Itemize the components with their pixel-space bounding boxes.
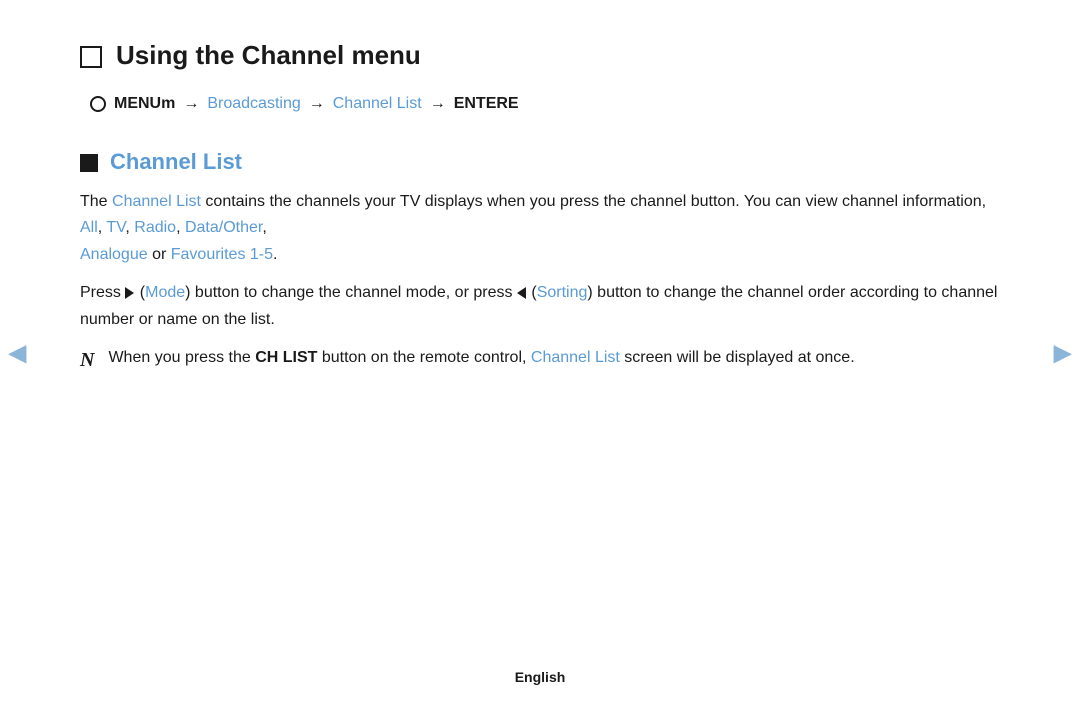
subsection-title: Channel List bbox=[110, 149, 242, 175]
data-other-link[interactable]: Data/Other bbox=[185, 219, 262, 236]
section-title: Using the Channel menu bbox=[80, 40, 1000, 71]
channel-list-link-note[interactable]: Channel List bbox=[531, 349, 620, 366]
channel-list-link-p1[interactable]: Channel List bbox=[112, 193, 201, 210]
subsection-title-row: Channel List bbox=[80, 149, 1000, 175]
p1-mid1: contains the channels your TV displays w… bbox=[201, 193, 986, 210]
sorting-link[interactable]: Sorting bbox=[537, 284, 588, 301]
tv-link[interactable]: TV bbox=[106, 219, 125, 236]
menu-item-label: MENUm bbox=[114, 95, 175, 113]
page-title: Using the Channel menu bbox=[116, 40, 421, 71]
channel-list-section: Channel List The Channel List contains t… bbox=[80, 149, 1000, 375]
note-suffix: screen will be displayed at once. bbox=[620, 349, 855, 366]
page-container: Using the Channel menu MENUm → Broadcast… bbox=[0, 0, 1080, 705]
footer-language: English bbox=[0, 669, 1080, 685]
nav-arrow-right[interactable]: ▶ bbox=[1054, 338, 1072, 367]
checkbox-icon bbox=[80, 46, 102, 68]
menu-path: MENUm → Broadcasting → Channel List → EN… bbox=[90, 95, 1000, 113]
note-row: N When you press the CH LIST button on t… bbox=[80, 345, 1000, 375]
broadcasting-link[interactable]: Broadcasting bbox=[207, 95, 300, 113]
circle-icon bbox=[90, 96, 106, 112]
nav-arrow-left[interactable]: ◀ bbox=[8, 338, 26, 367]
triangle-right-icon bbox=[125, 287, 134, 299]
paragraph2: Press (Mode) button to change the channe… bbox=[80, 280, 1000, 333]
note-n-label: N bbox=[80, 345, 94, 375]
p1-prefix: The bbox=[80, 193, 112, 210]
p1-mid2: or bbox=[148, 246, 171, 263]
all-link[interactable]: All bbox=[80, 219, 98, 236]
paragraph1: The Channel List contains the channels y… bbox=[80, 189, 1000, 268]
favourites-link[interactable]: Favourites 1-5 bbox=[171, 246, 273, 263]
triangle-left-icon bbox=[517, 287, 526, 299]
p1-sep2: , bbox=[125, 219, 134, 236]
entere-label: ENTERE bbox=[454, 95, 519, 113]
black-square-icon bbox=[80, 154, 98, 172]
arrow1: → bbox=[183, 95, 199, 113]
mode-link[interactable]: Mode bbox=[145, 284, 185, 301]
radio-link[interactable]: Radio bbox=[134, 219, 176, 236]
arrow3: → bbox=[430, 95, 446, 113]
ch-list-bold: CH LIST bbox=[255, 349, 317, 366]
note-prefix: When you press the bbox=[108, 349, 255, 366]
note-text: When you press the CH LIST button on the… bbox=[108, 345, 854, 371]
menu-label: MENUm bbox=[114, 95, 175, 112]
note-mid: button on the remote control, bbox=[317, 349, 530, 366]
p1-sep3: , bbox=[176, 219, 185, 236]
p1-suffix: . bbox=[273, 246, 277, 263]
arrow2: → bbox=[309, 95, 325, 113]
channel-list-link-nav[interactable]: Channel List bbox=[333, 95, 422, 113]
analogue-link[interactable]: Analogue bbox=[80, 246, 148, 263]
p1-sep4: , bbox=[262, 219, 266, 236]
